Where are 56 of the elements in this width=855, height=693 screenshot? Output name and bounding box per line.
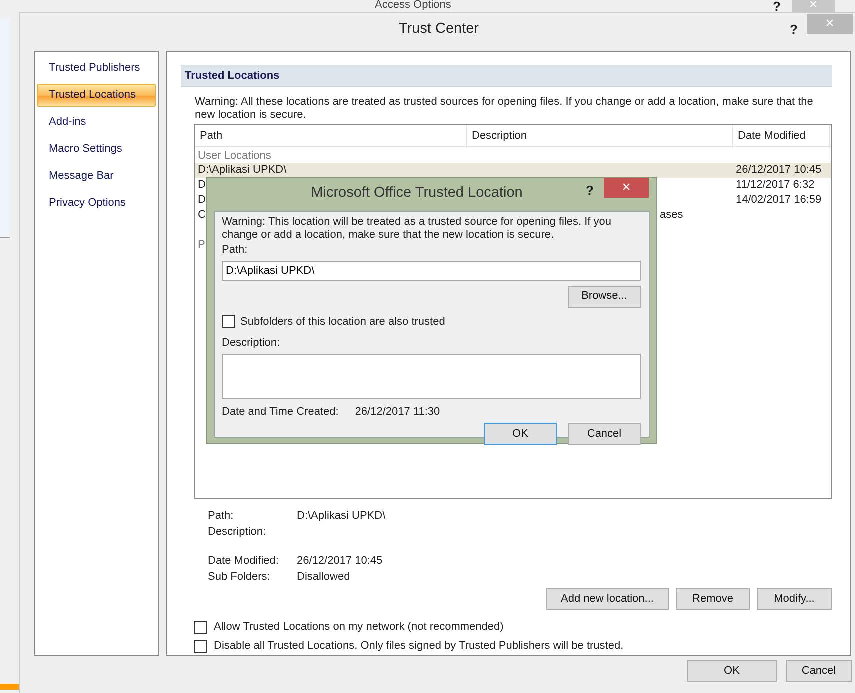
- table-row[interactable]: D:\Aplikasi UPKD\ 26/12/2017 10:45: [195, 163, 831, 178]
- sidebar-item[interactable]: Privacy Options: [37, 192, 156, 215]
- detail-value: D:\Aplikasi UPKD\: [297, 509, 386, 524]
- dialog-button[interactable]: Cancel: [786, 660, 852, 682]
- window-title: Trust Center: [398, 21, 480, 37]
- field-label: Path:: [222, 243, 249, 258]
- group-label: User Locations: [198, 149, 272, 163]
- window-title: Access Options: [375, 0, 452, 11]
- detail-label: Date Modified:: [208, 554, 280, 569]
- section-title: Trusted Locations: [185, 70, 280, 82]
- checkbox[interactable]: [222, 315, 235, 328]
- detail-label: Path:: [208, 509, 235, 524]
- sidebar-item[interactable]: Macro Settings: [37, 138, 156, 161]
- sidebar-item[interactable]: Message Bar: [37, 165, 156, 188]
- help-button[interactable]: ?: [773, 0, 781, 16]
- dialog-button[interactable]: Cancel: [568, 423, 641, 445]
- warning-text: Warning: All these locations are treated as trusted sources for opening files. If you change or add a location, make sure that the new location is secure.: [195, 96, 814, 122]
- field-label: Description:: [222, 336, 282, 351]
- dialog-button[interactable]: OK: [484, 423, 557, 445]
- detail-value: Disallowed: [297, 570, 350, 585]
- checkbox-label: Subfolders of this location are also trusted: [240, 314, 446, 330]
- table-cell: 26/12/2017 10:45: [736, 164, 822, 176]
- table-cell: D: [198, 194, 206, 206]
- table-cell: ases: [660, 209, 684, 221]
- description-field[interactable]: [222, 354, 641, 398]
- field-label: Date and Time Created:: [222, 404, 339, 420]
- checkbox-label: Disable all Trusted Locations. Only files signed by Trusted Publishers will be trusted.: [214, 639, 624, 654]
- path-field[interactable]: D:\Aplikasi UPKD\: [222, 260, 641, 280]
- dialog-title: Microsoft Office Trusted Location: [311, 185, 523, 201]
- sidebar-item[interactable]: Trusted Locations: [37, 84, 156, 107]
- detail-label: Sub Folders:: [208, 570, 272, 585]
- location-button[interactable]: Modify...: [757, 588, 832, 610]
- location-button[interactable]: Add new location...: [546, 588, 669, 610]
- location-button[interactable]: Remove: [676, 588, 750, 610]
- table-cell: C: [198, 209, 206, 221]
- column-header[interactable]: Path: [195, 125, 467, 148]
- sidebar-item[interactable]: Add-ins: [37, 111, 156, 134]
- field-value: 26/12/2017 11:30: [355, 404, 440, 420]
- help-button[interactable]: ?: [790, 20, 798, 40]
- help-button[interactable]: ?: [586, 181, 594, 200]
- close-button[interactable]: ×: [604, 178, 649, 198]
- dialog-button[interactable]: OK: [687, 660, 777, 682]
- checkbox[interactable]: [194, 640, 207, 653]
- table-cell: D:\Aplikasi UPKD\: [198, 164, 287, 176]
- browse-button[interactable]: Browse...: [568, 286, 641, 308]
- warning-text: Warning: This location will be treated as a trusted source for opening files. If you change or add a location, make sure that the new location is secure.: [222, 216, 612, 242]
- sidebar-item[interactable]: Trusted Publishers: [37, 57, 156, 80]
- checkbox-label: Allow Trusted Locations on my network (not recommended): [214, 620, 504, 636]
- table-cell: 14/02/2017 16:59: [736, 194, 822, 206]
- group-label: P: [198, 238, 206, 252]
- column-header[interactable]: Description: [467, 125, 733, 148]
- detail-value: 26/12/2017 10:45: [297, 554, 383, 569]
- column-header[interactable]: Date Modified: [733, 125, 830, 148]
- checkbox[interactable]: [194, 621, 207, 634]
- taskbar-strip: [0, 684, 19, 690]
- detail-label: Description:: [208, 525, 268, 540]
